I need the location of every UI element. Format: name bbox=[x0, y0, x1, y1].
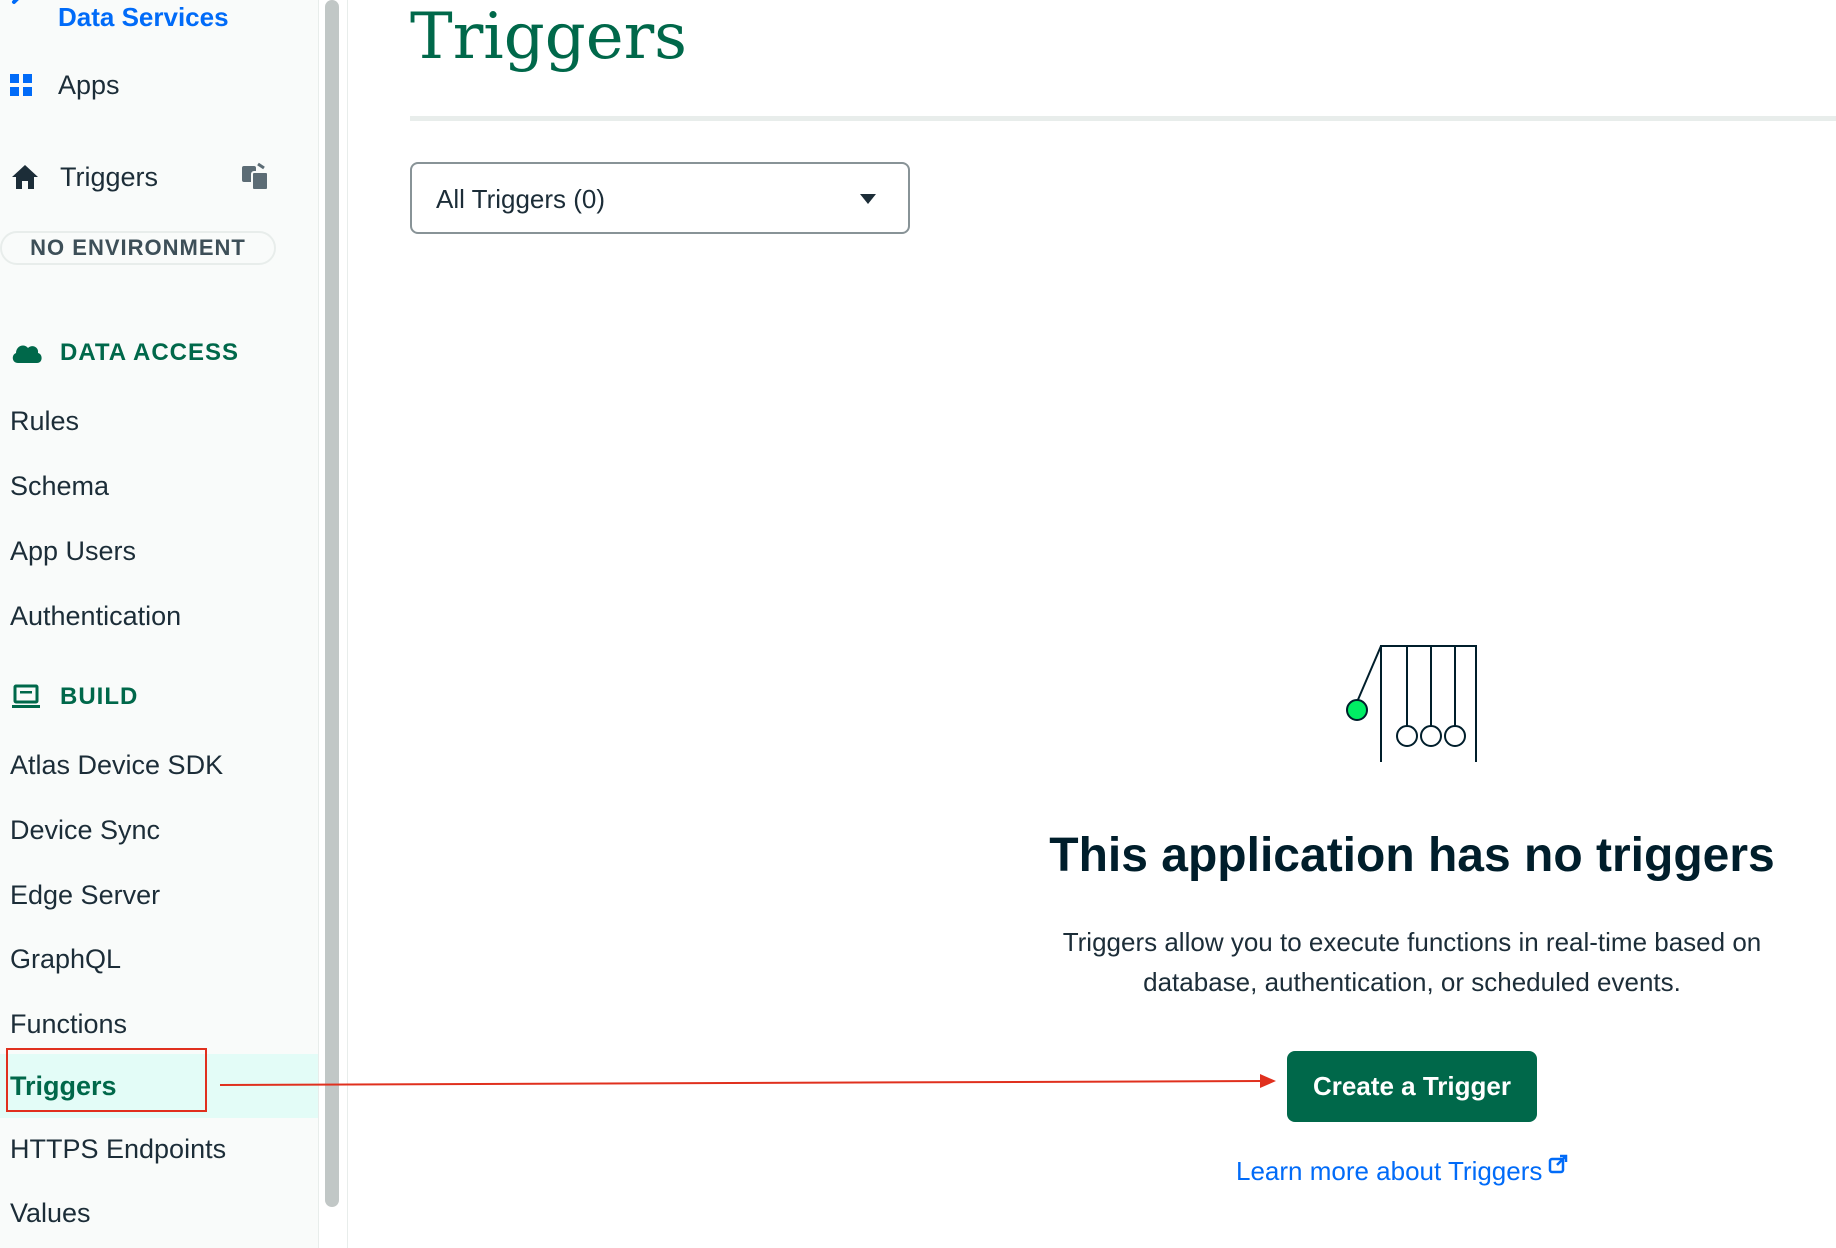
laptop-icon bbox=[12, 684, 40, 708]
external-link-icon bbox=[1549, 1154, 1568, 1174]
sidebar-item-edge-server[interactable]: Edge Server bbox=[10, 875, 160, 915]
copy-icon[interactable] bbox=[240, 162, 272, 192]
sidebar-item-atlas-device-sdk[interactable]: Atlas Device SDK bbox=[10, 745, 223, 785]
sidebar-item-device-sync[interactable]: Device Sync bbox=[10, 810, 160, 850]
empty-state-description-line1: Triggers allow you to execute functions … bbox=[1062, 927, 1762, 957]
cloud-icon bbox=[12, 345, 42, 363]
back-link-data-services[interactable]: Data Services bbox=[58, 2, 229, 33]
learn-more-label: Learn more about Triggers bbox=[1236, 1156, 1543, 1186]
build-label: BUILD bbox=[60, 683, 139, 710]
empty-state-title: This application has no triggers bbox=[1049, 829, 1775, 882]
environment-badge: NO ENVIRONMENT bbox=[0, 231, 276, 265]
trigger-filter-dropdown[interactable]: All Triggers (0) bbox=[410, 162, 910, 234]
page-title: Triggers bbox=[410, 0, 687, 74]
filter-selected-value: All Triggers (0) bbox=[436, 184, 606, 214]
build-section-header: BUILD bbox=[12, 680, 138, 714]
data-access-label: DATA ACCESS bbox=[60, 339, 239, 366]
sidebar-item-functions[interactable]: Functions bbox=[10, 1004, 127, 1044]
sidebar-item-graphql[interactable]: GraphQL bbox=[10, 939, 121, 979]
sidebar-scrollbar-thumb[interactable] bbox=[325, 0, 339, 1207]
apps-nav-item[interactable]: Apps bbox=[10, 70, 120, 100]
sidebar-item-authentication[interactable]: Authentication bbox=[10, 596, 181, 636]
data-access-section-header: DATA ACCESS bbox=[10, 336, 239, 370]
apps-label: Apps bbox=[58, 69, 120, 100]
sidebar-item-app-users[interactable]: App Users bbox=[10, 531, 136, 571]
create-trigger-button[interactable]: Create a Trigger bbox=[1287, 1051, 1537, 1122]
empty-state-description: Triggers allow you to execute functions … bbox=[1012, 922, 1812, 1002]
chevron-left-icon[interactable] bbox=[8, 0, 30, 12]
app-name-label: Triggers bbox=[60, 161, 159, 192]
annotation-highlight-box bbox=[6, 1048, 207, 1112]
apps-grid-icon bbox=[10, 74, 32, 96]
sidebar-item-https-endpoints[interactable]: HTTPS Endpoints bbox=[10, 1129, 226, 1169]
sidebar-item-rules[interactable]: Rules bbox=[10, 401, 79, 441]
app-home-nav-item[interactable]: Triggers bbox=[10, 160, 158, 194]
caret-down-icon bbox=[860, 194, 876, 204]
empty-state-description-line2: database, authentication, or scheduled e… bbox=[1143, 967, 1681, 997]
sidebar-item-schema[interactable]: Schema bbox=[10, 466, 109, 506]
learn-more-link[interactable]: Learn more about Triggers bbox=[1236, 1154, 1568, 1187]
title-divider bbox=[410, 116, 1836, 121]
home-icon bbox=[12, 165, 38, 189]
sidebar-item-values[interactable]: Values bbox=[10, 1193, 91, 1233]
newtons-cradle-illustration bbox=[1346, 645, 1477, 762]
